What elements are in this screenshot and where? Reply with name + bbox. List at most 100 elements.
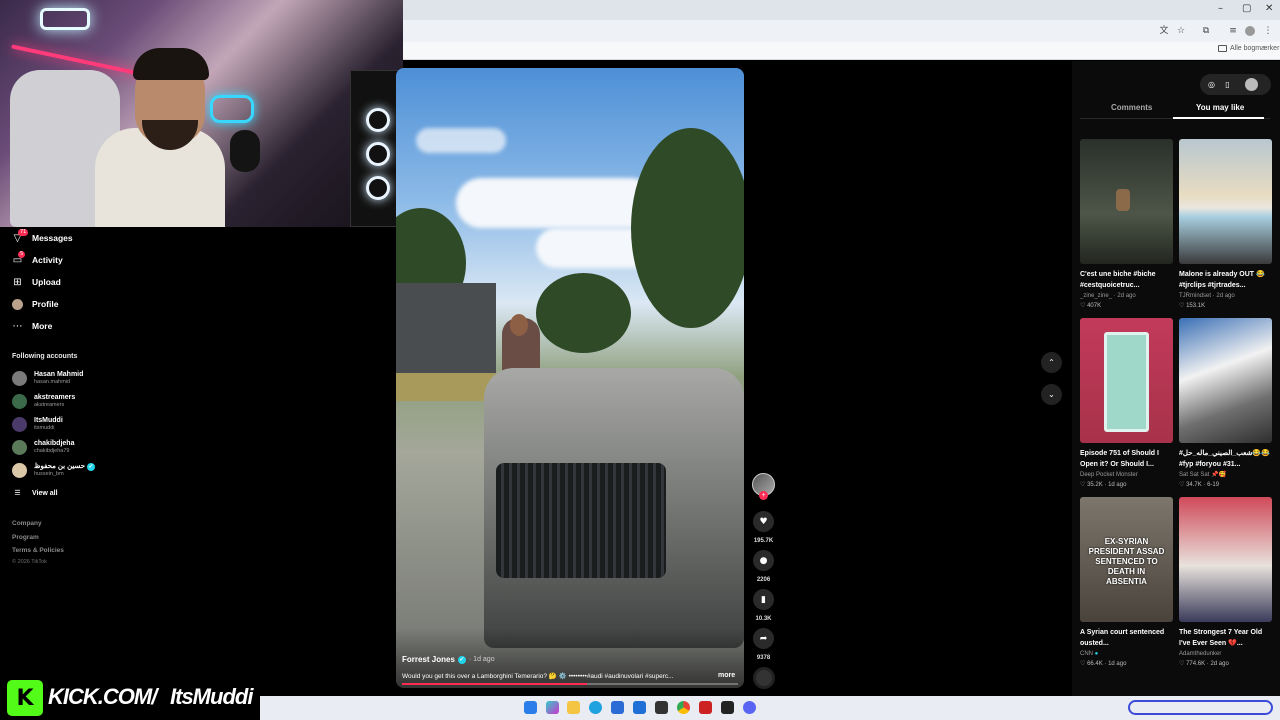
app-icon[interactable] [655,701,668,714]
copyright: © 2026 TikTok [12,559,47,565]
address-bar[interactable] [403,20,1280,42]
app-icon[interactable] [699,701,712,714]
follow-plus-icon[interactable]: + [759,491,768,500]
bookmark-star-icon[interactable]: ☆ [1176,26,1186,36]
discord-icon[interactable] [743,701,756,714]
video-thumbnail[interactable] [1080,139,1173,264]
save-button[interactable]: ▮ [753,589,774,610]
account-item[interactable]: ItsMuddi itsmuddi [12,415,63,433]
avatar [12,462,27,478]
system-tray[interactable] [1128,700,1273,715]
store-icon[interactable] [611,701,624,714]
kick-channel-name: ItsMuddi [170,684,253,709]
extensions-icon[interactable]: ⧉ [1201,26,1211,36]
share-arrow-icon: ➦ [759,633,768,644]
video-author: TJRmindset [1179,293,1212,299]
nav-upload[interactable]: ⊞ Upload [12,274,61,290]
video-card[interactable]: C'est une biche #biche #cestquoicetruc..… [1080,139,1173,311]
compass-icon[interactable]: ◎ [1206,79,1217,90]
maximize-button[interactable]: ▢ [1242,3,1251,14]
activity-badge: 5 [18,250,26,258]
heart-icon: ♥ [759,516,768,527]
verified-badge-icon: ✓ [457,655,466,664]
video-thumbnail[interactable] [1179,497,1272,622]
translate-icon[interactable]: 文 [1159,26,1169,36]
caption-more-button[interactable]: more [718,672,735,679]
edge-icon[interactable] [589,701,602,714]
building [396,283,496,383]
video-title: C'est une biche #biche #cestquoicetruc..… [1080,271,1156,289]
video-card[interactable]: Episode 751 of Should I Open it? Or Shou… [1080,318,1173,490]
avatar [12,370,27,386]
view-all-link[interactable]: ☰ View all [12,485,57,501]
tab-you-may-like[interactable]: You may like [1196,103,1244,112]
nav-label: Messages [32,233,73,243]
video-card[interactable]: EX-SYRIAN PRESIDENT ASSAD SENTENCED TO D… [1080,497,1173,669]
video-thumbnail[interactable]: EX-SYRIAN PRESIDENT ASSAD SENTENCED TO D… [1080,497,1173,622]
share-count: 9378 [756,655,771,661]
outlook-icon[interactable] [633,701,646,714]
heart-outline-icon: ♡ [1080,482,1086,488]
taskbar [260,696,1280,720]
footer-link-terms[interactable]: Terms & Policies [12,547,64,554]
video-stats: ♡ 35.2K · 1d ago [1080,482,1127,488]
comment-count: 2206 [756,577,771,583]
video-title: #شعب_الصيني_ماله_حل😂😂 #fyp #foryou #31..… [1179,450,1270,468]
next-video-button[interactable]: ⌄ [1041,384,1062,405]
verified-badge-icon: ✓ [87,462,96,471]
pc-fan [366,142,390,166]
video-meta: Deep Pocket Monster [1080,470,1173,480]
footer-link-company[interactable]: Company [12,520,42,527]
video-thumbnail[interactable] [1179,318,1272,443]
save-count: 10.3K [755,616,772,622]
video-stats: ♡ 407K [1080,301,1173,311]
footer-link-program[interactable]: Program [12,534,39,541]
ellipsis-icon: ⋯ [12,320,23,332]
phone-icon[interactable]: ▯ [1222,79,1233,90]
account-item[interactable]: Hasan Mahmid hasan.mahmid [12,369,83,387]
copilot-icon[interactable] [546,701,559,714]
share-button[interactable]: ➦ [753,628,774,649]
nav-more[interactable]: ⋯ More [12,318,53,334]
video-thumbnail[interactable] [1080,318,1173,443]
tab-comments[interactable]: Comments [1111,103,1152,112]
account-item[interactable]: akstreamers akstreamers [12,392,75,410]
man-head [510,314,528,336]
minimize-button[interactable]: – [1218,3,1223,14]
comment-button[interactable]: ● [753,550,774,571]
video-age: 2d ago [1210,661,1229,667]
chrome-icon[interactable] [677,701,690,714]
close-window-button[interactable]: ✕ [1265,3,1273,14]
start-windows-icon[interactable] [524,701,537,714]
video-thumbnail[interactable] [1179,139,1272,264]
nav-messages[interactable]: ▽ 71 Messages [12,228,73,246]
video-player[interactable]: Forrest Jones ✓ · 1d ago Would you get t… [396,68,744,688]
verified-badge-icon: ● [1094,651,1099,657]
like-button[interactable]: ♥ [753,511,774,532]
browser-menu-icon[interactable]: ⋮ [1263,26,1273,36]
video-card[interactable]: #شعب_الصيني_ماله_حل😂😂 #fyp #foryou #31..… [1179,318,1272,490]
media-icon[interactable]: ≡ [1228,26,1238,36]
messages-badge: 71 [18,228,29,236]
video-card[interactable]: The Strongest 7 Year Old I've Ever Seen … [1179,497,1272,669]
profile-avatar-icon[interactable] [1245,26,1255,36]
nav-activity[interactable]: ▭ 5 Activity [12,250,63,268]
previous-video-button[interactable]: ⌃ [1041,352,1062,373]
video-author: CNN [1080,651,1093,657]
user-avatar[interactable] [1245,78,1258,91]
bookmarks-bar [403,42,1280,60]
music-disc-icon[interactable] [753,667,775,689]
tree [536,273,631,353]
video-timestamp: · 1d ago [468,656,495,663]
account-item[interactable]: حسين بن محفوظ ✓ hussein_bm [12,461,96,479]
file-explorer-icon[interactable] [567,701,580,714]
video-progress-bar[interactable] [402,683,738,685]
video-author[interactable]: Forrest Jones ✓ · 1d ago [402,655,495,664]
video-card[interactable]: Malone is already OUT 😂 #tjrclips #tjrtr… [1179,139,1272,311]
nav-profile[interactable]: Profile [12,296,58,312]
heart-outline-icon: ♡ [1179,482,1185,488]
webcam-overlay [0,0,403,227]
account-item[interactable]: chakibdjeha chakibdjeha79 [12,438,74,456]
all-bookmarks-link[interactable]: Alle bogmærker [1230,45,1279,52]
obs-icon[interactable] [721,701,734,714]
